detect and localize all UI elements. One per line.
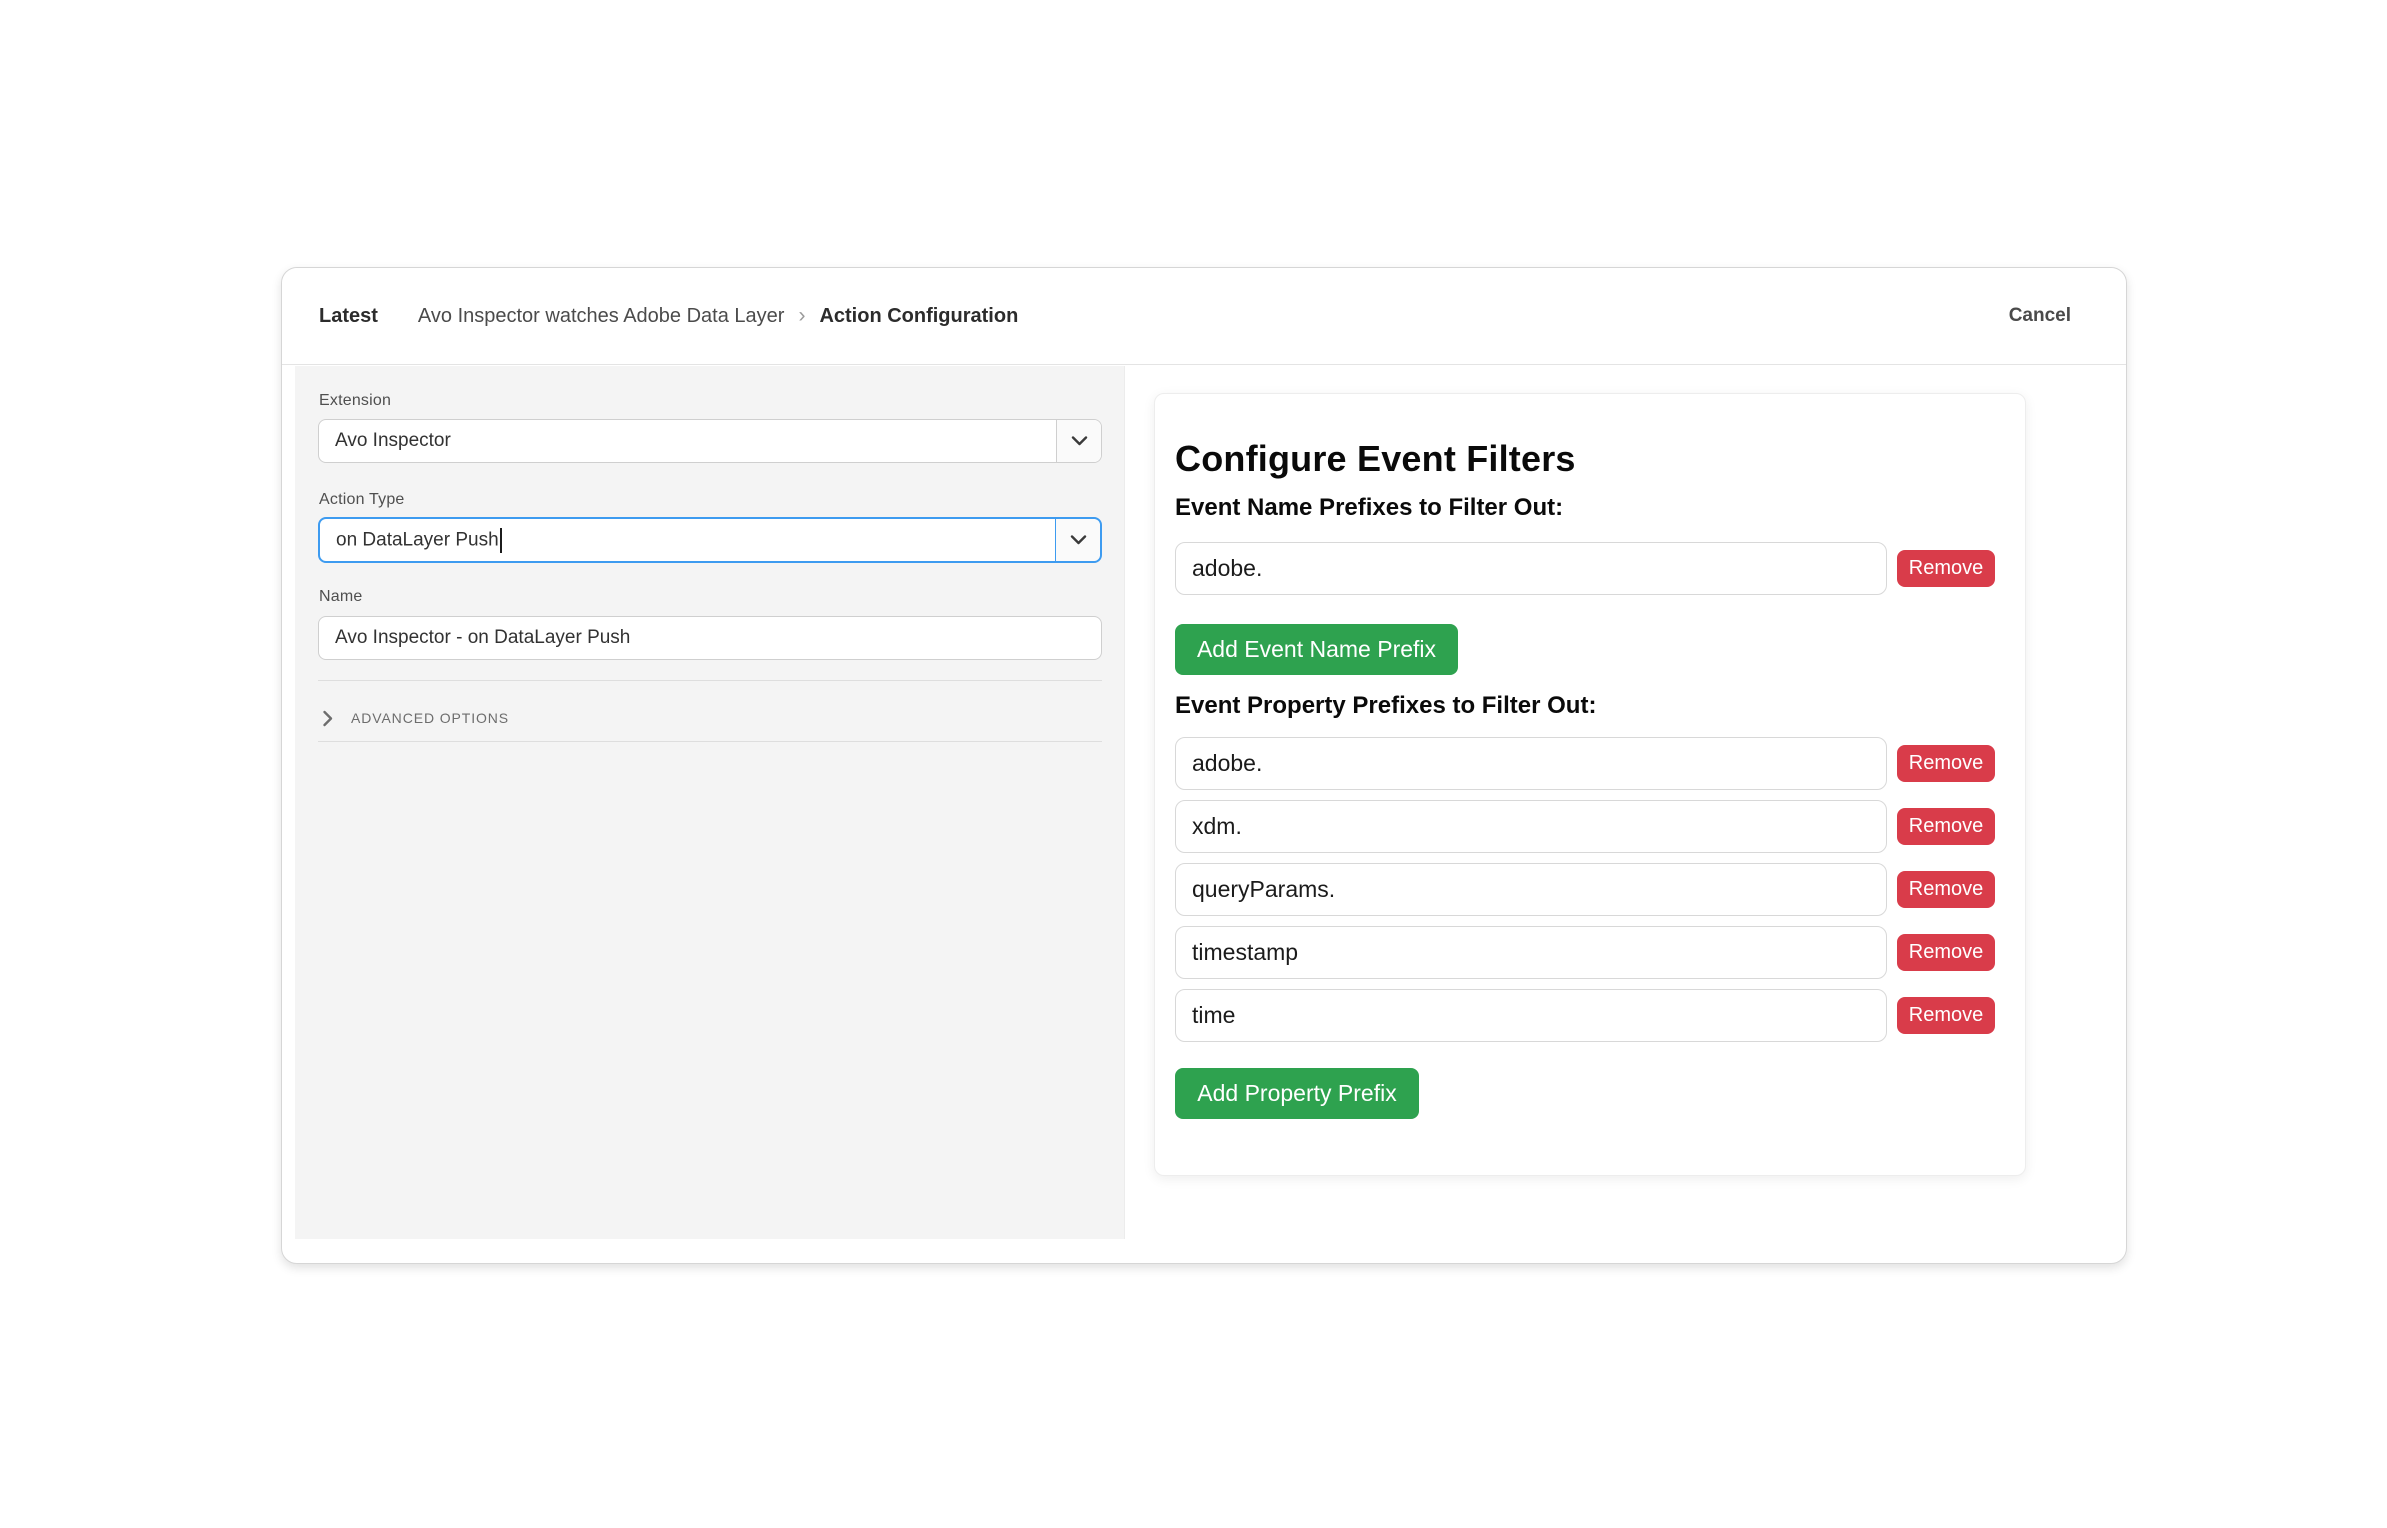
name-label: Name <box>319 588 363 605</box>
event-property-prefix-input[interactable] <box>1175 926 1887 979</box>
chevron-down-icon <box>1056 420 1101 462</box>
action-configuration-window: Latest Avo Inspector watches Adobe Data … <box>281 267 2127 1264</box>
action-settings-panel: Extension Avo Inspector Action Type on D… <box>295 366 1125 1239</box>
event-property-prefix-row: Remove <box>1155 863 2025 916</box>
extension-select-value: Avo Inspector <box>335 430 451 451</box>
card-title: Configure Event Filters <box>1175 438 1576 479</box>
advanced-options-toggle[interactable]: ADVANCED OPTIONS <box>318 700 509 736</box>
chevron-right-icon <box>322 710 333 727</box>
event-property-prefix-input[interactable] <box>1175 737 1887 790</box>
breadcrumb-parent[interactable]: Avo Inspector watches Adobe Data Layer <box>418 305 785 328</box>
remove-button[interactable]: Remove <box>1897 997 1995 1034</box>
remove-button[interactable]: Remove <box>1897 934 1995 971</box>
event-property-prefix-row: Remove <box>1155 800 2025 853</box>
action-type-label: Action Type <box>319 491 405 508</box>
event-property-prefix-input[interactable] <box>1175 863 1887 916</box>
remove-button[interactable]: Remove <box>1897 550 1995 587</box>
remove-button[interactable]: Remove <box>1897 871 1995 908</box>
top-bar: Latest Avo Inspector watches Adobe Data … <box>282 268 2126 365</box>
remove-button[interactable]: Remove <box>1897 808 1995 845</box>
event-property-prefix-row: Remove <box>1155 989 2025 1042</box>
text-cursor <box>499 527 502 553</box>
event-name-prefix-row: Remove <box>1155 542 2025 595</box>
event-property-prefix-input[interactable] <box>1175 800 1887 853</box>
breadcrumb-separator-icon: › <box>798 304 806 327</box>
divider <box>318 680 1102 681</box>
event-name-prefix-input[interactable] <box>1175 542 1887 595</box>
add-property-prefix-button[interactable]: Add Property Prefix <box>1175 1068 1419 1119</box>
event-property-prefix-row: Remove <box>1155 926 2025 979</box>
page: Latest Avo Inspector watches Adobe Data … <box>0 0 2387 1528</box>
breadcrumb-current: Action Configuration <box>819 304 1019 327</box>
action-type-select-value: on DataLayer Push <box>336 529 499 551</box>
add-event-name-prefix-button[interactable]: Add Event Name Prefix <box>1175 624 1458 675</box>
event-property-prefixes-label: Event Property Prefixes to Filter Out: <box>1175 692 1597 719</box>
extension-select[interactable]: Avo Inspector <box>318 419 1102 463</box>
action-type-select[interactable]: on DataLayer Push <box>318 517 1102 563</box>
cancel-button[interactable]: Cancel <box>2009 305 2071 327</box>
chevron-down-icon <box>1055 519 1100 561</box>
extension-label: Extension <box>319 392 392 409</box>
event-property-prefix-row: Remove <box>1155 737 2025 790</box>
configure-event-filters-card: Configure Event Filters Event Name Prefi… <box>1154 393 2026 1176</box>
event-property-prefix-input[interactable] <box>1175 989 1887 1042</box>
advanced-options-label: ADVANCED OPTIONS <box>351 710 510 726</box>
name-input[interactable] <box>318 616 1102 660</box>
divider <box>318 741 1102 742</box>
event-name-prefixes-label: Event Name Prefixes to Filter Out: <box>1175 494 1564 521</box>
remove-button[interactable]: Remove <box>1897 745 1995 782</box>
environment-label: Latest <box>319 304 378 327</box>
